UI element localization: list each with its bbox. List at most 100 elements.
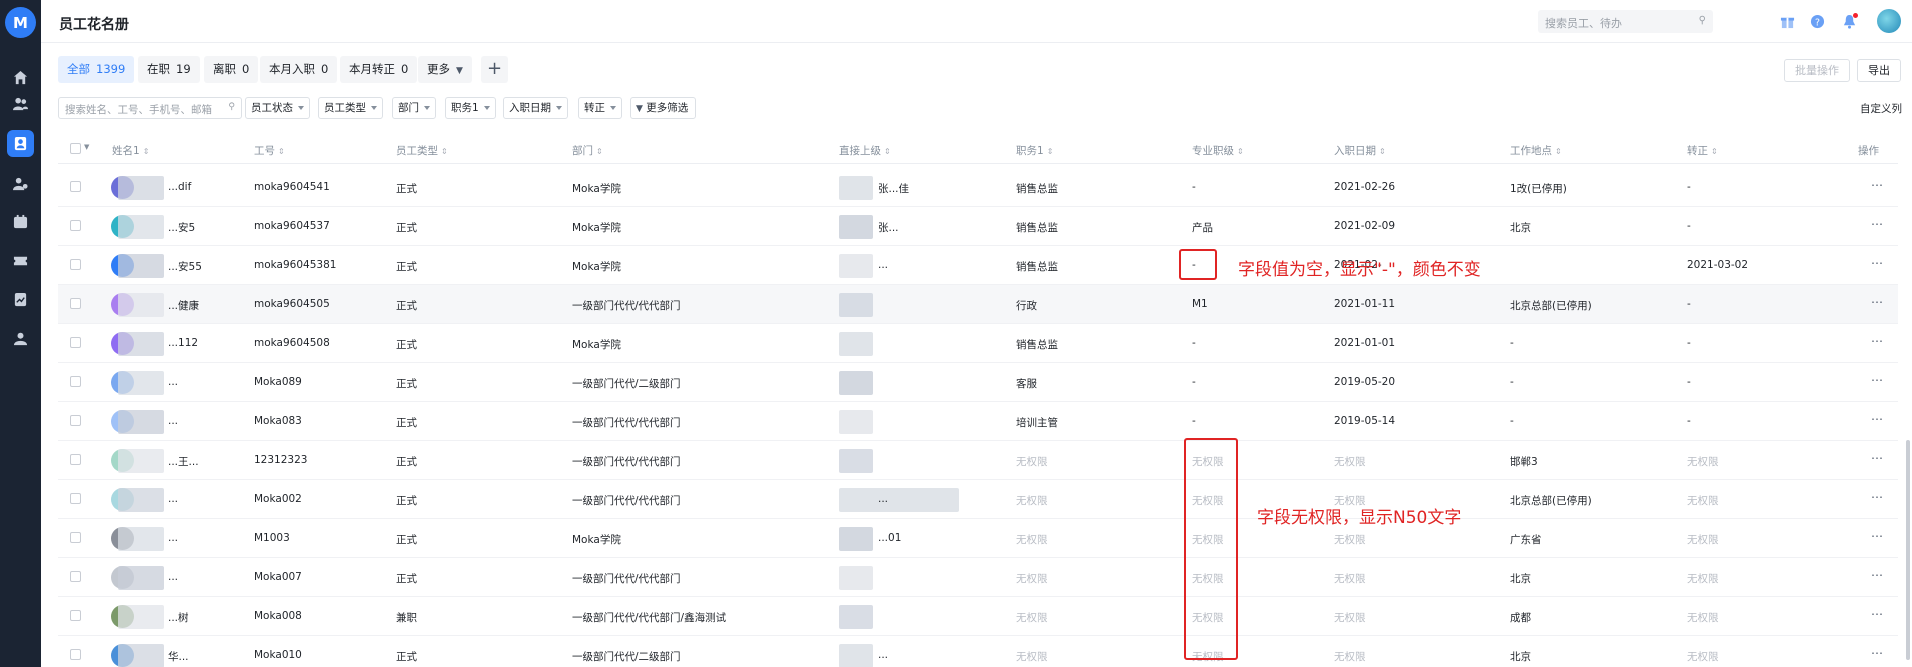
table-row[interactable]: ...112 moka9604508 正式 Moka学院 销售总监 - 2021-01-01… — [58, 324, 1898, 363]
profile-icon[interactable] — [7, 325, 34, 352]
notification-bell-icon[interactable] — [1841, 13, 1858, 30]
column-header-manager[interactable]: 直接上级 ⇕ — [839, 143, 891, 158]
column-header-location[interactable]: 工作地点 ⇕ — [1510, 143, 1562, 158]
table-row[interactable]: ... Moka007 正式 一级部门代代/代代部门 无权限 无权限 无权限 北京 无权限 ⋯ — [58, 558, 1898, 597]
more-actions-icon[interactable]: ⋯ — [1871, 490, 1884, 504]
blurred-name-mask — [118, 254, 164, 278]
table-row[interactable]: ...安5 moka9604537 正式 Moka学院 张... 销售总监 产品 2021-0… — [58, 207, 1898, 246]
column-header-join-date[interactable]: 入职日期 ⇕ — [1334, 143, 1386, 158]
column-header-name[interactable]: 姓名1 ⇕ — [112, 143, 149, 158]
cell-employee-type: 正式 — [396, 495, 417, 507]
row-checkbox[interactable] — [70, 415, 81, 426]
column-header-label: 转正 — [1687, 145, 1708, 157]
more-actions-icon[interactable]: ⋯ — [1871, 256, 1884, 270]
table-row[interactable]: ...王... 12312323 正式 一级部门代代/代代部门 无权限 无权限 无权限 邯郸3… — [58, 441, 1898, 480]
table-row[interactable]: ... Moka083 正式 一级部门代代/代代部门 培训主管 - 2019-05-14 - -… — [58, 402, 1898, 441]
cell-employee-name: ... — [168, 493, 179, 505]
filter-search-input[interactable]: 搜索姓名、工号、手机号、邮箱 ⚲ — [58, 97, 242, 119]
add-tab-button[interactable]: + — [481, 56, 508, 83]
row-checkbox[interactable] — [70, 454, 81, 465]
tab-active[interactable]: 在职 19 — [138, 56, 200, 83]
batch-action-button[interactable]: 批量操作 — [1784, 59, 1850, 82]
more-actions-icon[interactable]: ⋯ — [1871, 607, 1884, 621]
report-icon[interactable] — [7, 286, 34, 313]
filter-regularization[interactable]: 转正 — [578, 97, 622, 119]
row-checkbox[interactable] — [70, 181, 81, 192]
tab-left[interactable]: 离职 0 — [204, 56, 259, 83]
chevron-down-icon[interactable]: ▼ — [84, 143, 89, 151]
more-actions-icon[interactable]: ⋯ — [1871, 217, 1884, 231]
select-all-checkbox[interactable] — [70, 143, 81, 154]
employee-roster-icon[interactable] — [7, 130, 34, 157]
app-logo[interactable]: M — [5, 7, 36, 38]
column-header-department[interactable]: 部门 ⇕ — [572, 143, 603, 158]
column-header-type[interactable]: 员工类型 ⇕ — [396, 143, 448, 158]
user-settings-icon[interactable] — [7, 170, 34, 197]
filter-join-date[interactable]: 入职日期 — [503, 97, 568, 119]
cell-employee-id: moka9604505 — [254, 298, 330, 310]
tab-all[interactable]: 全部 1399 — [58, 56, 135, 83]
more-actions-icon[interactable]: ⋯ — [1871, 178, 1884, 192]
row-checkbox[interactable] — [70, 259, 81, 270]
row-checkbox[interactable] — [70, 493, 81, 504]
row-checkbox[interactable] — [70, 220, 81, 231]
blurred-name-mask — [118, 410, 164, 434]
more-actions-icon[interactable]: ⋯ — [1871, 568, 1884, 582]
more-actions-icon[interactable]: ⋯ — [1871, 373, 1884, 387]
team-icon[interactable] — [7, 90, 34, 117]
table-row[interactable]: ... Moka089 正式 一级部门代代/二级部门 客服 - 2019-05-20 - - ⋯ — [58, 363, 1898, 402]
more-actions-icon[interactable]: ⋯ — [1871, 451, 1884, 465]
column-header-title[interactable]: 职务1 ⇕ — [1016, 143, 1053, 158]
blurred-manager-mask — [839, 488, 959, 512]
export-button[interactable]: 导出 — [1857, 59, 1901, 82]
filter-employee-type[interactable]: 员工类型 — [318, 97, 383, 119]
table-row[interactable]: ...dif moka9604541 正式 Moka学院 张...佳 销售总监 - 2021-… — [58, 168, 1898, 207]
row-checkbox[interactable] — [70, 376, 81, 387]
cell-employee-name: ...王... — [168, 456, 199, 468]
column-header-rank[interactable]: 专业职级 ⇕ — [1192, 143, 1244, 158]
row-checkbox[interactable] — [70, 298, 81, 309]
row-checkbox[interactable] — [70, 337, 81, 348]
gift-icon[interactable] — [1779, 13, 1796, 30]
table-scrollbar[interactable] — [1906, 440, 1910, 660]
row-checkbox[interactable] — [70, 610, 81, 621]
cell-department: 一级部门代代/代代部门/鑫海测试 — [572, 612, 727, 624]
more-actions-icon[interactable]: ⋯ — [1871, 295, 1884, 309]
more-actions-icon[interactable]: ⋯ — [1871, 529, 1884, 543]
help-icon[interactable]: ? — [1809, 13, 1826, 30]
cell-job-title: 培训主管 — [1016, 417, 1058, 429]
table-row[interactable]: ...健康 moka9604505 正式 一级部门代代/代代部门 行政 M1 2021-01… — [58, 285, 1898, 324]
filter-title[interactable]: 职务1 — [445, 97, 496, 119]
annotation-no-permission-box — [1184, 438, 1238, 660]
user-avatar[interactable] — [1877, 9, 1901, 33]
filter-employee-status[interactable]: 员工状态 — [245, 97, 310, 119]
custom-columns-button[interactable]: 自定义列 — [1860, 101, 1902, 116]
blurred-name-mask — [118, 293, 164, 317]
column-header-regularization[interactable]: 转正 ⇕ — [1687, 143, 1718, 158]
table-row[interactable]: ... M1003 正式 Moka学院 ...01 无权限 无权限 无权限 广东省 无权限 ⋯ — [58, 519, 1898, 558]
row-checkbox[interactable] — [70, 571, 81, 582]
filter-department[interactable]: 部门 — [392, 97, 436, 119]
more-actions-icon[interactable]: ⋯ — [1871, 334, 1884, 348]
more-actions-icon[interactable]: ⋯ — [1871, 646, 1884, 660]
tab-joined-this-month[interactable]: 本月入职 0 — [260, 56, 338, 83]
home-icon[interactable] — [7, 64, 34, 91]
ticket-icon[interactable] — [7, 247, 34, 274]
table-row[interactable]: ...树 Moka008 兼职 一级部门代代/代代部门/鑫海测试 无权限 无权限 无权限 成都… — [58, 597, 1898, 636]
table-row[interactable]: 华... Moka010 正式 一级部门代代/二级部门... 无权限 无权限 无权限 北京 无权… — [58, 636, 1898, 667]
tab-regularized-this-month[interactable]: 本月转正 0 — [340, 56, 418, 83]
tab-more[interactable]: 更多 ▼ — [418, 56, 472, 83]
column-header-id[interactable]: 工号 ⇕ — [254, 143, 285, 158]
tab-count: 0 — [401, 62, 409, 76]
cell-job-title: 无权限 — [1016, 573, 1048, 585]
cell-direct-manager: ... — [878, 493, 889, 505]
row-checkbox[interactable] — [70, 532, 81, 543]
calendar-icon[interactable] — [7, 208, 34, 235]
cell-employee-type: 正式 — [396, 456, 417, 468]
row-checkbox[interactable] — [70, 649, 81, 660]
table-row[interactable]: ... Moka002 正式 一级部门代代/代代部门... 无权限 无权限 无权限 北京总部(… — [58, 480, 1898, 519]
global-search-input[interactable]: 搜索员工、待办 ⚲ — [1538, 10, 1713, 33]
more-actions-icon[interactable]: ⋯ — [1871, 412, 1884, 426]
more-filters-button[interactable]: ▼ 更多筛选 — [630, 97, 697, 119]
table-row[interactable]: ...安55 moka96045381 正式 Moka学院... 销售总监 -2021-0… — [58, 246, 1898, 285]
